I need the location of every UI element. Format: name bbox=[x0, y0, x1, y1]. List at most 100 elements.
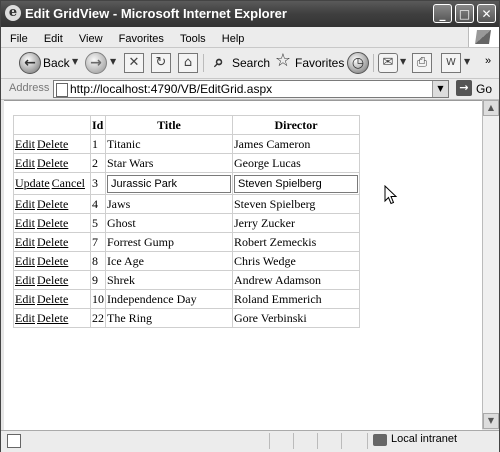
director-cell: Steven Spielberg bbox=[232, 194, 360, 214]
delete-link[interactable]: Delete bbox=[37, 254, 68, 268]
title-cell: Forrest Gump bbox=[105, 232, 233, 252]
ie-icon: e bbox=[5, 5, 21, 21]
edit-link[interactable]: Edit bbox=[15, 216, 35, 230]
id-cell: 9 bbox=[90, 270, 106, 290]
title-cell: Jaws bbox=[105, 194, 233, 214]
id-cell: 1 bbox=[90, 134, 106, 154]
status-pane-divider bbox=[317, 433, 318, 449]
delete-link[interactable]: Delete bbox=[37, 311, 68, 325]
refresh-icon[interactable]: ↻ bbox=[151, 53, 171, 73]
director-cell: Robert Zemeckis bbox=[232, 232, 360, 252]
edit-link[interactable]: Edit bbox=[15, 292, 35, 306]
address-input[interactable]: http://localhost:4790/VB/EditGrid.aspx ▼ bbox=[53, 80, 449, 98]
address-url[interactable]: http://localhost:4790/VB/EditGrid.aspx bbox=[70, 82, 272, 96]
title-bar[interactable]: e Edit GridView - Microsoft Internet Exp… bbox=[1, 1, 499, 27]
forward-dropdown-icon[interactable]: ▼ bbox=[110, 57, 116, 66]
mail-dropdown-icon[interactable]: ▼ bbox=[400, 57, 406, 66]
command-cell: Edit Delete bbox=[13, 153, 91, 173]
command-cell: Edit Delete bbox=[13, 232, 91, 252]
stop-icon[interactable]: ✕ bbox=[124, 53, 144, 73]
security-zone-label: Local intranet bbox=[391, 433, 458, 445]
id-cell: 4 bbox=[90, 194, 106, 214]
edit-link[interactable]: Edit bbox=[15, 254, 35, 268]
table-row: Edit Delete 10 Independence Day Roland Emmer… bbox=[13, 289, 360, 309]
edit-link[interactable]: Edit bbox=[15, 197, 35, 211]
menu-tools[interactable]: Tools bbox=[180, 29, 206, 49]
update-link[interactable]: Update bbox=[15, 176, 50, 190]
back-button-label[interactable]: Back bbox=[43, 56, 70, 70]
print-icon[interactable]: ⎙ bbox=[412, 53, 432, 73]
edit-link[interactable]: Edit bbox=[15, 156, 35, 170]
table-row-editing: Update Cancel 3 Jurassic Park Steven Spielbe… bbox=[13, 172, 360, 195]
toolbar-overflow-icon[interactable]: » bbox=[485, 55, 491, 67]
back-dropdown-icon[interactable]: ▼ bbox=[72, 57, 78, 66]
director-cell: Steven Spielberg bbox=[232, 172, 360, 195]
home-icon[interactable]: ⌂ bbox=[178, 53, 198, 73]
menu-view[interactable]: View bbox=[79, 29, 103, 49]
delete-link[interactable]: Delete bbox=[37, 137, 68, 151]
go-button-label[interactable]: Go bbox=[476, 82, 492, 96]
edit-dropdown-icon[interactable]: ▼ bbox=[464, 57, 470, 66]
delete-link[interactable]: Delete bbox=[37, 292, 68, 306]
menu-file[interactable]: File bbox=[10, 29, 28, 49]
title-cell: The Ring bbox=[105, 308, 233, 328]
menu-favorites[interactable]: Favorites bbox=[119, 29, 164, 49]
delete-link[interactable]: Delete bbox=[37, 273, 68, 287]
title-edit-input[interactable]: Jurassic Park bbox=[107, 174, 231, 193]
search-button-label[interactable]: Search bbox=[232, 56, 270, 70]
director-cell: George Lucas bbox=[232, 153, 360, 173]
director-edit-input[interactable]: Steven Spielberg bbox=[234, 174, 358, 193]
address-dropdown-icon[interactable]: ▼ bbox=[432, 81, 448, 97]
favorites-star-icon[interactable]: ☆ bbox=[272, 51, 294, 73]
menu-bar: File Edit View Favorites Tools Help bbox=[1, 27, 499, 48]
status-pane-divider bbox=[341, 433, 342, 449]
edit-link[interactable]: Edit bbox=[15, 311, 35, 325]
title-cell: Independence Day bbox=[105, 289, 233, 309]
table-row: Edit Delete 1 Titanic James Cameron bbox=[13, 134, 360, 154]
header-director: Director bbox=[232, 115, 360, 135]
menu-edit[interactable]: Edit bbox=[44, 29, 63, 49]
address-bar: Address http://localhost:4790/VB/EditGri… bbox=[1, 79, 499, 100]
scroll-down-icon[interactable]: ▼ bbox=[483, 413, 499, 429]
vertical-scrollbar[interactable]: ▲ ▼ bbox=[482, 100, 499, 429]
delete-link[interactable]: Delete bbox=[37, 156, 68, 170]
word-edit-icon[interactable]: W bbox=[441, 53, 461, 73]
table-row: Edit Delete 8 Ice Age Chris Wedge bbox=[13, 251, 360, 271]
address-label: Address bbox=[9, 82, 50, 94]
cancel-link[interactable]: Cancel bbox=[52, 176, 85, 190]
maximize-button[interactable]: □ bbox=[455, 4, 474, 23]
director-cell: Roland Emmerich bbox=[232, 289, 360, 309]
menu-help[interactable]: Help bbox=[222, 29, 245, 49]
back-arrow-icon[interactable]: ← bbox=[19, 52, 41, 74]
header-title: Title bbox=[105, 115, 233, 135]
history-icon[interactable]: ◷ bbox=[347, 52, 369, 74]
delete-link[interactable]: Delete bbox=[37, 197, 68, 211]
favorites-button-label[interactable]: Favorites bbox=[295, 56, 344, 70]
status-pane-divider bbox=[293, 433, 294, 449]
id-cell: 7 bbox=[90, 232, 106, 252]
page-content: Id Title Director Edit Delete 1 Titanic Jame… bbox=[4, 100, 482, 430]
forward-arrow-icon[interactable]: → bbox=[85, 52, 107, 74]
windows-logo-icon bbox=[468, 27, 499, 47]
edit-link[interactable]: Edit bbox=[15, 235, 35, 249]
table-row: Edit Delete 5 Ghost Jerry Zucker bbox=[13, 213, 360, 233]
mail-icon[interactable]: ✉ bbox=[378, 53, 398, 73]
close-button[interactable]: ✕ bbox=[477, 4, 496, 23]
command-cell: Edit Delete bbox=[13, 194, 91, 214]
command-cell: Edit Delete bbox=[13, 251, 91, 271]
delete-link[interactable]: Delete bbox=[37, 235, 68, 249]
delete-link[interactable]: Delete bbox=[37, 216, 68, 230]
director-cell: Gore Verbinski bbox=[232, 308, 360, 328]
minimize-button[interactable]: _ bbox=[433, 4, 452, 23]
local-intranet-icon bbox=[373, 434, 387, 446]
edit-link[interactable]: Edit bbox=[15, 273, 35, 287]
search-icon[interactable]: ⌕ bbox=[208, 52, 230, 74]
scroll-up-icon[interactable]: ▲ bbox=[483, 100, 499, 116]
status-bar: Local intranet bbox=[1, 430, 499, 452]
status-pane-divider bbox=[367, 433, 368, 449]
director-cell: Chris Wedge bbox=[232, 251, 360, 271]
edit-link[interactable]: Edit bbox=[15, 137, 35, 151]
id-cell: 8 bbox=[90, 251, 106, 271]
command-cell: Edit Delete bbox=[13, 213, 91, 233]
go-arrow-icon[interactable]: → bbox=[456, 80, 472, 96]
